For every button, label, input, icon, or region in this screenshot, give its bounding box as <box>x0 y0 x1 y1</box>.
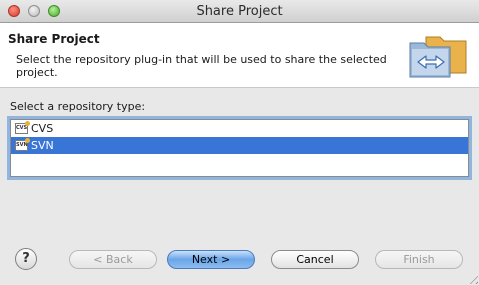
title-bar[interactable]: Share Project <box>0 0 479 23</box>
share-project-wizard-icon <box>409 36 467 78</box>
resize-grip[interactable] <box>466 272 478 284</box>
repo-item-label: CVS <box>31 122 54 135</box>
cvs-repo-icon: CVS <box>15 121 30 134</box>
wizard-footer: ? < Back Next > Cancel Finish <box>0 226 479 285</box>
repository-type-list[interactable]: CVS CVS SVN SVN <box>10 119 469 177</box>
svn-repo-icon: SVN <box>15 138 30 151</box>
finish-button[interactable]: Finish <box>375 250 463 269</box>
repo-item-cvs[interactable]: CVS CVS <box>11 120 468 137</box>
wizard-description: Select the repository plug-in that will … <box>16 53 387 79</box>
help-button[interactable]: ? <box>15 248 37 270</box>
wizard-header: Share Project Select the repository plug… <box>0 23 479 88</box>
repo-item-label: SVN <box>31 139 54 152</box>
repository-type-label: Select a repository type: <box>10 100 146 113</box>
repo-item-svn[interactable]: SVN SVN <box>11 137 468 154</box>
wizard-title: Share Project <box>8 32 100 46</box>
cancel-button[interactable]: Cancel <box>271 250 359 269</box>
window-title: Share Project <box>196 4 283 19</box>
next-button[interactable]: Next > <box>167 250 255 269</box>
wizard-content: Select a repository type: CVS CVS SVN SV… <box>0 88 479 226</box>
back-button[interactable]: < Back <box>69 250 157 269</box>
